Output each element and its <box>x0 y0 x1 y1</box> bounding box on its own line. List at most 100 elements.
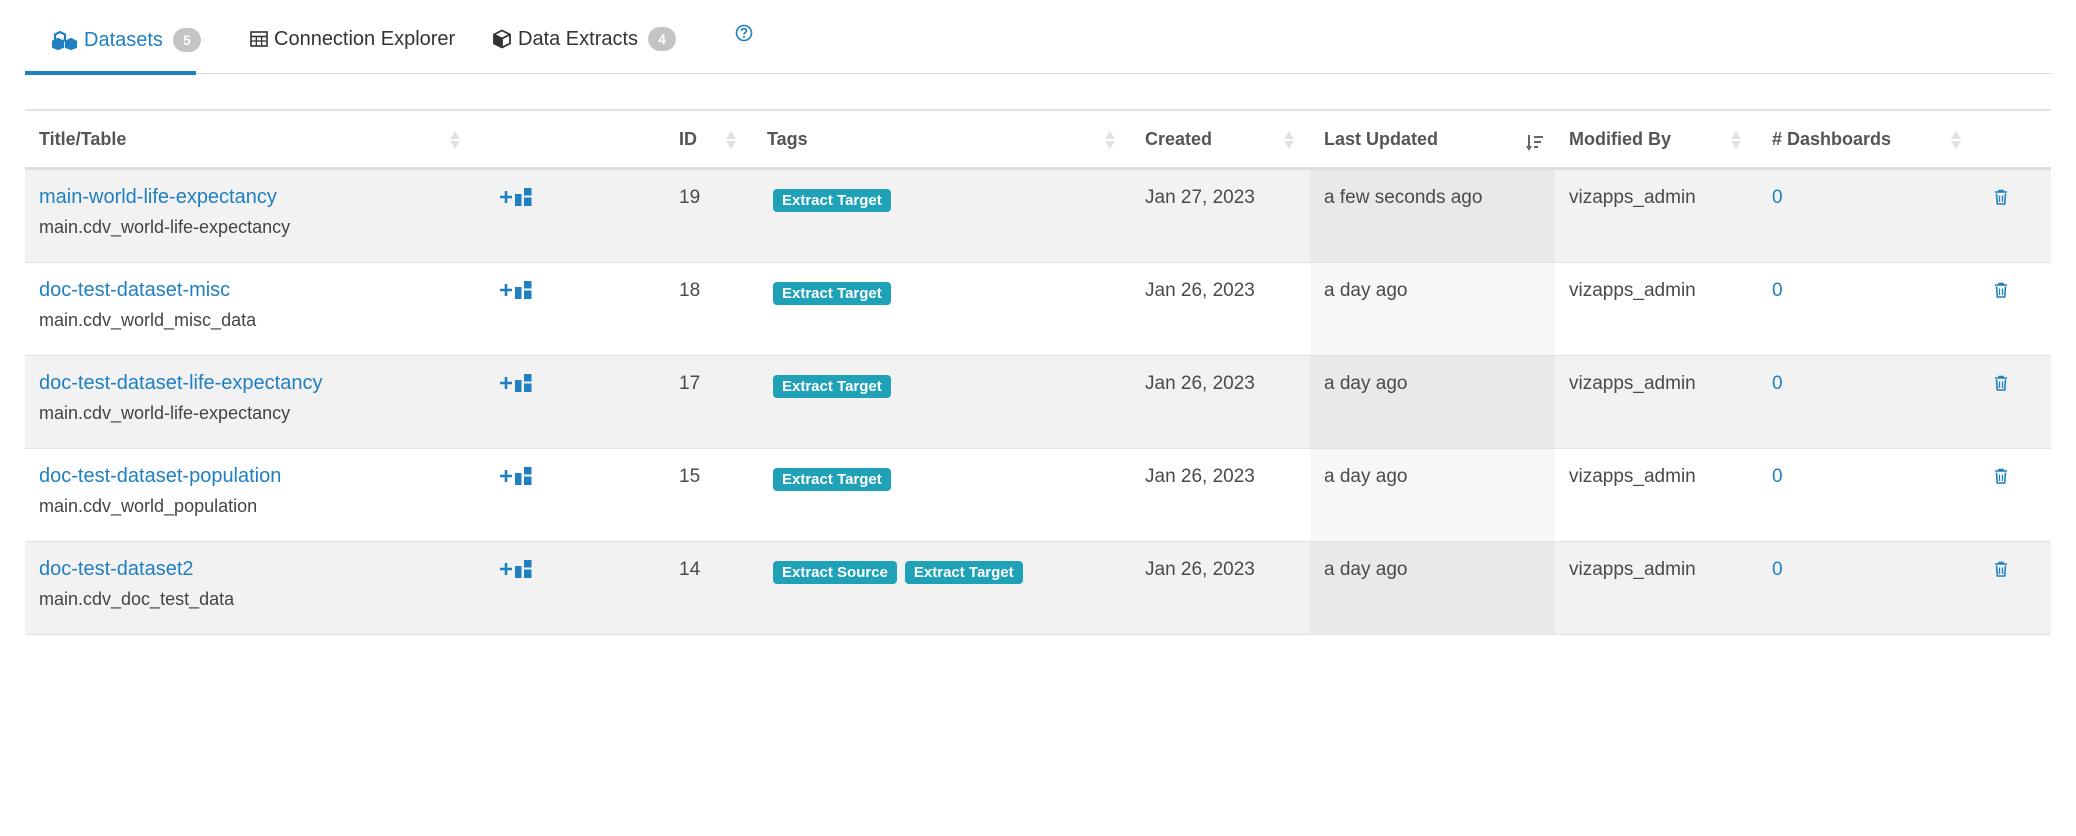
table-icon <box>250 31 268 47</box>
trash-icon[interactable] <box>1994 561 2008 582</box>
column-header-id[interactable]: ID <box>679 111 697 167</box>
title-cell: main-world-life-expectancy main.cdv_worl… <box>39 186 290 238</box>
table-row: doc-test-dataset-population main.cdv_wor… <box>25 449 2051 542</box>
column-header-modified-by[interactable]: Modified By <box>1569 111 1671 167</box>
sort-icon[interactable] <box>449 130 461 150</box>
modified-by-cell: vizapps_admin <box>1569 187 1696 208</box>
dataset-table-name: main.cdv_world-life-expectancy <box>39 403 291 423</box>
dashboards-count-link[interactable]: 0 <box>1772 559 1783 581</box>
created-cell: Jan 27, 2023 <box>1145 187 1255 208</box>
last-updated-cell-bg <box>1310 356 1555 448</box>
created-cell: Jan 26, 2023 <box>1145 373 1255 394</box>
tag-badge[interactable]: Extract Target <box>773 468 891 491</box>
new-dashboard-button[interactable] <box>499 467 532 490</box>
trash-icon[interactable] <box>1994 468 2008 489</box>
tab-bar: Datasets 5 Connection Explorer Data Extr… <box>25 0 2051 75</box>
dashboard-icon <box>515 560 532 583</box>
new-dashboard-button[interactable] <box>499 188 532 211</box>
dataset-table-name: main.cdv_doc_test_data <box>39 589 235 609</box>
id-cell: 19 <box>679 187 701 208</box>
tab-data-extracts-label: Data Extracts <box>518 27 639 50</box>
tags-cell: Extract Target <box>773 282 899 305</box>
tag-badge[interactable]: Extract Target <box>904 561 1023 584</box>
sort-icon[interactable] <box>1283 130 1295 150</box>
title-cell: doc-test-dataset-population main.cdv_wor… <box>39 465 281 517</box>
help-icon[interactable] <box>735 24 753 48</box>
tab-help[interactable] <box>735 0 753 73</box>
title-cell: doc-test-dataset-life-expectancy main.cd… <box>39 372 322 424</box>
tab-data-extracts[interactable]: Data Extracts 4 <box>492 0 677 73</box>
plus-icon <box>499 469 513 488</box>
extracts-count-badge: 4 <box>648 27 677 51</box>
sort-icon[interactable] <box>1104 130 1116 150</box>
dashboards-count-link[interactable]: 0 <box>1772 373 1783 395</box>
sort-descending-icon[interactable] <box>1526 133 1544 158</box>
last-updated-cell-bg <box>1310 263 1555 355</box>
last-updated-cell: a day ago <box>1324 559 1408 580</box>
column-header-tags[interactable]: Tags <box>767 111 808 167</box>
datasets-table: Title/Table ID Tags Created Last Updated <box>25 109 2051 635</box>
dashboard-icon <box>515 188 532 211</box>
last-updated-cell-bg <box>1310 542 1555 634</box>
new-dashboard-button[interactable] <box>499 281 532 304</box>
modified-by-cell: vizapps_admin <box>1569 559 1696 580</box>
column-header-created[interactable]: Created <box>1145 111 1212 167</box>
last-updated-cell-bg <box>1310 449 1555 541</box>
dashboards-count-link[interactable]: 0 <box>1772 466 1783 488</box>
cubes-icon <box>52 30 78 50</box>
tag-badge[interactable]: Extract Target <box>773 375 891 398</box>
dashboards-count-link[interactable]: 0 <box>1772 280 1783 302</box>
dataset-table-name: main.cdv_world_misc_data <box>39 310 257 330</box>
table-row: main-world-life-expectancy main.cdv_worl… <box>25 170 2051 263</box>
modified-by-cell: vizapps_admin <box>1569 373 1696 394</box>
dataset-title-link[interactable]: doc-test-dataset2 <box>39 558 234 581</box>
tag-badge[interactable]: Extract Target <box>773 189 891 212</box>
cube-icon <box>492 29 512 49</box>
sort-icon[interactable] <box>725 130 737 150</box>
last-updated-cell: a day ago <box>1324 280 1408 301</box>
plus-icon <box>499 376 513 395</box>
tag-badge[interactable]: Extract Target <box>773 282 891 305</box>
title-cell: doc-test-dataset2 main.cdv_doc_test_data <box>39 558 234 610</box>
plus-icon <box>499 190 513 209</box>
column-header-dashboards[interactable]: # Dashboards <box>1772 111 1891 167</box>
tab-datasets-label: Datasets <box>84 28 163 51</box>
column-header-last-updated[interactable]: Last Updated <box>1324 111 1438 167</box>
plus-icon <box>499 283 513 302</box>
title-cell: doc-test-dataset-misc main.cdv_world_mis… <box>39 279 256 331</box>
tags-cell: Extract Source Extract Target <box>773 561 1031 584</box>
new-dashboard-button[interactable] <box>499 374 532 397</box>
dataset-title-link[interactable]: doc-test-dataset-life-expectancy <box>39 372 322 395</box>
tag-badge[interactable]: Extract Source <box>773 561 897 584</box>
dashboards-count-link[interactable]: 0 <box>1772 187 1783 209</box>
tab-connection-explorer[interactable]: Connection Explorer <box>250 0 455 73</box>
id-cell: 18 <box>679 280 701 301</box>
sort-icon[interactable] <box>1730 130 1742 150</box>
tab-datasets[interactable]: Datasets 5 <box>25 0 201 75</box>
table-header: Title/Table ID Tags Created Last Updated <box>25 111 2051 170</box>
trash-icon[interactable] <box>1994 375 2008 396</box>
table-row: doc-test-dataset-misc main.cdv_world_mis… <box>25 263 2051 356</box>
modified-by-cell: vizapps_admin <box>1569 466 1696 487</box>
dataset-title-link[interactable]: main-world-life-expectancy <box>39 186 290 209</box>
trash-icon[interactable] <box>1994 282 2008 303</box>
table-row: doc-test-dataset2 main.cdv_doc_test_data… <box>25 542 2051 635</box>
tags-cell: Extract Target <box>773 189 899 212</box>
new-dashboard-button[interactable] <box>499 560 532 583</box>
dashboard-icon <box>515 281 532 304</box>
column-header-title[interactable]: Title/Table <box>39 111 126 167</box>
created-cell: Jan 26, 2023 <box>1145 466 1255 487</box>
datasets-count-badge: 5 <box>172 28 201 52</box>
table-row: doc-test-dataset-life-expectancy main.cd… <box>25 356 2051 449</box>
id-cell: 15 <box>679 466 701 487</box>
dataset-title-link[interactable]: doc-test-dataset-misc <box>39 279 256 302</box>
trash-icon[interactable] <box>1994 189 2008 210</box>
dataset-table-name: main.cdv_world-life-expectancy <box>39 217 291 237</box>
last-updated-cell: a few seconds ago <box>1324 187 1483 208</box>
created-cell: Jan 26, 2023 <box>1145 280 1255 301</box>
dataset-title-link[interactable]: doc-test-dataset-population <box>39 465 281 488</box>
sort-icon[interactable] <box>1950 130 1962 150</box>
dashboard-icon <box>515 467 532 490</box>
last-updated-cell-bg <box>1310 170 1555 262</box>
tags-cell: Extract Target <box>773 375 899 398</box>
